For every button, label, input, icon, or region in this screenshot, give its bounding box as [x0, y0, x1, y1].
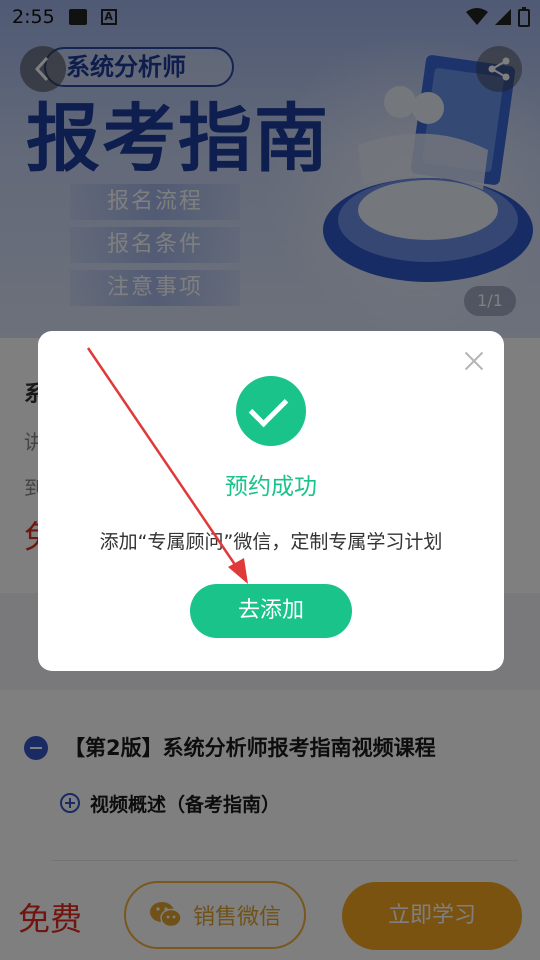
- go-add-button[interactable]: 去添加: [190, 584, 352, 638]
- dialog-message: 添加“专属顾问”微信，定制专属学习计划: [99, 531, 443, 553]
- booking-success-dialog: 预约成功 添加“专属顾问”微信，定制专属学习计划 去添加: [38, 331, 504, 671]
- close-icon[interactable]: [464, 351, 484, 371]
- dialog-title: 预约成功: [225, 474, 317, 500]
- success-check-icon: [236, 376, 306, 446]
